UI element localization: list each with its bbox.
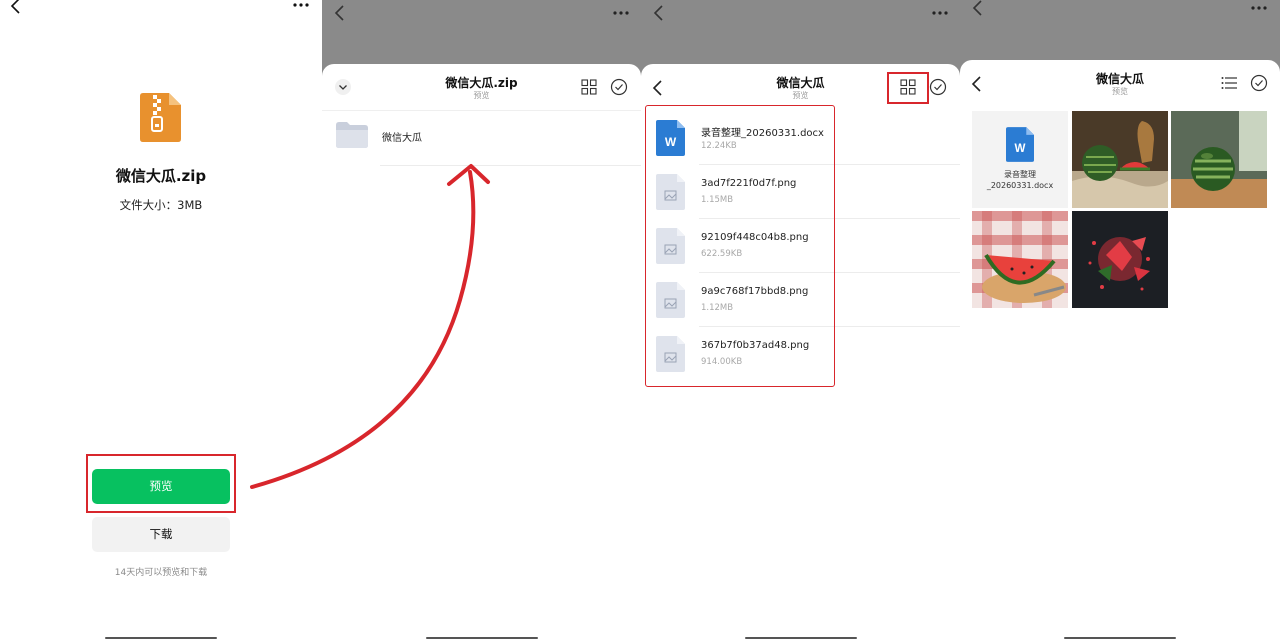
word-icon: W <box>1006 127 1034 162</box>
file-size: 文件大小：3MB <box>119 198 203 212</box>
back-icon[interactable] <box>332 5 348 21</box>
download-button[interactable]: 下载 <box>92 517 230 552</box>
select-check-icon[interactable] <box>929 78 947 96</box>
watermelon-splash-image <box>1072 211 1168 308</box>
folder-grid-screen: 微信大瓜 预览 W 录音整理 _20260331.docx <box>960 0 1280 640</box>
watermelon-on-table-image <box>1171 111 1267 208</box>
folder-list-screen: 微信大瓜 预览 W 录音整理_20260331.docx 12.24KB 3ad… <box>641 0 960 640</box>
file-list-highlight-box <box>645 105 835 387</box>
folder-grid-sheet: 微信大瓜 预览 W 录音整理 _20260331.docx <box>960 60 1280 640</box>
availability-hint: 14天内可以预览和下载 <box>114 568 208 578</box>
home-indicator <box>105 637 217 639</box>
folder-sheet: 微信大瓜 预览 W 录音整理_20260331.docx 12.24KB 3ad… <box>641 64 960 640</box>
more-icon[interactable] <box>1250 4 1270 12</box>
watermelon-slice-on-board-image <box>972 211 1068 308</box>
divider <box>322 110 641 111</box>
grid-view-icon[interactable] <box>581 79 597 95</box>
home-indicator <box>1064 637 1176 639</box>
doc-tile-name: 录音整理 _20260331.docx <box>972 169 1068 191</box>
select-check-icon[interactable] <box>610 78 628 96</box>
image-tile-watermelon-splash[interactable] <box>1072 211 1168 308</box>
list-view-icon[interactable] <box>1221 76 1237 90</box>
folder-row[interactable]: 微信大瓜 <box>322 112 641 166</box>
doc-tile[interactable]: W 录音整理 _20260331.docx <box>972 111 1068 208</box>
select-check-icon[interactable] <box>1250 74 1268 92</box>
home-indicator <box>426 637 538 639</box>
image-tile-watermelon-still-life[interactable] <box>1072 111 1168 208</box>
folder-icon <box>336 122 368 148</box>
file-name: 微信大瓜.zip <box>115 167 207 185</box>
zip-file-icon <box>140 93 181 142</box>
more-icon[interactable] <box>931 9 951 17</box>
row-divider <box>380 165 641 166</box>
doc-tile-name-line2: _20260331.docx <box>986 181 1054 190</box>
home-indicator <box>745 637 857 639</box>
grid-highlight-box <box>887 72 929 104</box>
doc-tile-name-line1: 录音整理 <box>1004 170 1036 179</box>
watermelon-still-life-image <box>1072 111 1168 208</box>
more-icon[interactable] <box>292 1 312 9</box>
back-icon[interactable] <box>970 0 986 16</box>
more-icon[interactable] <box>612 9 632 17</box>
svg-text:W: W <box>1015 143 1026 155</box>
image-tile-watermelon-on-table[interactable] <box>1171 111 1267 208</box>
preview-sheet: 微信大瓜.zip 预览 微信大瓜 <box>322 64 641 640</box>
back-icon[interactable] <box>651 5 667 21</box>
zip-file-screen: 微信大瓜.zip 文件大小：3MB 预览 下载 14天内可以预览和下载 <box>0 0 322 640</box>
zip-preview-screen: 微信大瓜.zip 预览 微信大瓜 <box>322 0 641 640</box>
back-icon[interactable] <box>8 0 24 14</box>
highlight-box <box>86 454 236 513</box>
folder-name: 微信大瓜 <box>382 133 422 144</box>
image-tile-watermelon-slice-on-board[interactable] <box>972 211 1068 308</box>
